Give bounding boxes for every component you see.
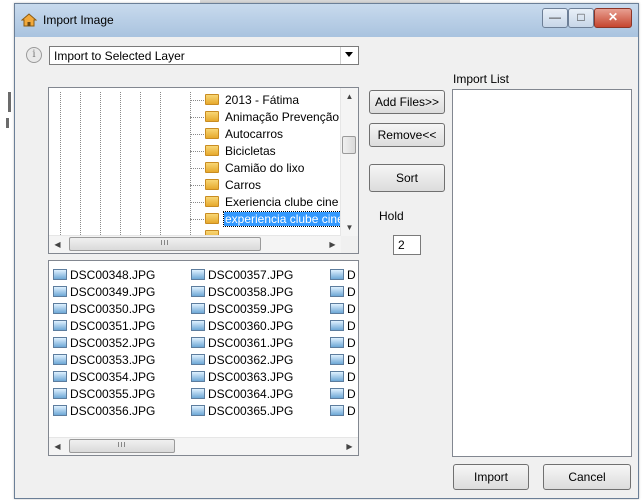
tree-guide-line — [140, 92, 141, 235]
maximize-button[interactable]: □ — [568, 8, 594, 28]
image-file-icon — [330, 337, 344, 348]
import-list-label: Import List — [453, 72, 510, 86]
scroll-left-icon[interactable]: ◀ — [49, 236, 66, 253]
import-mode-dropdown[interactable]: Import to Selected Layer — [49, 46, 359, 65]
cancel-button[interactable]: Cancel — [543, 464, 631, 490]
folder-icon — [205, 196, 219, 207]
title-bar[interactable]: Import Image — □ ✕ — [15, 4, 638, 37]
image-file-icon — [330, 371, 344, 382]
folder-icon — [205, 94, 219, 105]
tree-guide-line — [80, 92, 81, 235]
background-mark — [8, 92, 11, 112]
sort-button[interactable]: Sort — [369, 164, 445, 192]
tree-guide-line — [160, 92, 161, 235]
scroll-thumb[interactable] — [342, 136, 356, 154]
file-list[interactable]: DSC00348.JPG DSC00349.JPG DSC00350.JPG D… — [48, 260, 359, 456]
image-file-icon — [191, 320, 205, 331]
add-files-button[interactable]: Add Files>> — [369, 90, 445, 114]
image-file-icon — [191, 286, 205, 297]
image-file-icon — [191, 405, 205, 416]
tree-guide-line — [190, 92, 191, 235]
window-title: Import Image — [43, 13, 114, 27]
image-file-icon — [191, 371, 205, 382]
image-file-icon — [53, 371, 67, 382]
image-file-icon — [53, 405, 67, 416]
app-house-icon — [21, 13, 37, 27]
tree-item[interactable]: Bicicletas — [225, 144, 276, 158]
scroll-right-icon[interactable]: ▶ — [341, 438, 358, 455]
tree-horizontal-scrollbar[interactable]: ◀ III ▶ — [49, 235, 341, 253]
dropdown-arrow-button[interactable] — [340, 47, 358, 64]
image-file-icon — [53, 320, 67, 331]
tree-item[interactable]: 2013 - Fátima — [225, 93, 299, 107]
import-mode-value: Import to Selected Layer — [54, 49, 185, 63]
image-file-icon — [330, 354, 344, 365]
import-button[interactable]: Import — [453, 464, 529, 490]
image-file-icon — [330, 405, 344, 416]
tree-item-selected[interactable]: experiencia clube cine 2 — [223, 211, 356, 227]
hold-input[interactable]: 2 — [393, 235, 421, 255]
remove-button[interactable]: Remove<< — [369, 123, 445, 147]
scroll-left-icon[interactable]: ◀ — [49, 438, 66, 455]
background-mark — [6, 118, 9, 128]
info-icon: i — [26, 47, 42, 63]
image-file-icon — [191, 269, 205, 280]
import-image-dialog: Import Image — □ ✕ i Import to Selected … — [14, 3, 639, 499]
close-icon: ✕ — [607, 10, 619, 24]
image-file-icon — [330, 303, 344, 314]
tree-item[interactable]: Carros — [225, 178, 261, 192]
folder-icon — [205, 111, 219, 122]
maximize-icon: □ — [577, 10, 585, 24]
tree-item[interactable]: Autocarros — [225, 127, 283, 141]
folder-icon — [205, 179, 219, 190]
tree-vertical-scrollbar[interactable]: ▲ ▼ — [340, 88, 358, 236]
scroll-corner — [341, 236, 358, 253]
chevron-down-icon — [345, 52, 353, 57]
image-file-icon — [53, 388, 67, 399]
folder-icon — [205, 213, 219, 224]
minimize-button[interactable]: — — [542, 8, 568, 28]
minimize-icon: — — [549, 10, 561, 24]
folder-icon — [205, 145, 219, 156]
import-list-box[interactable] — [452, 89, 632, 457]
image-file-icon — [53, 269, 67, 280]
tree-guide-line — [100, 92, 101, 235]
scroll-thumb[interactable]: III — [69, 439, 175, 453]
scroll-right-icon[interactable]: ▶ — [324, 236, 341, 253]
image-file-icon — [330, 286, 344, 297]
image-file-icon — [330, 269, 344, 280]
image-file-icon — [330, 388, 344, 399]
tree-item[interactable]: Camião do lixo — [225, 161, 304, 175]
files-horizontal-scrollbar[interactable]: ◀ III ▶ — [49, 437, 358, 455]
image-file-icon — [191, 303, 205, 314]
image-file-icon — [330, 320, 344, 331]
image-file-icon — [53, 286, 67, 297]
scroll-down-icon[interactable]: ▼ — [341, 219, 358, 236]
image-file-icon — [53, 354, 67, 365]
image-file-icon — [53, 303, 67, 314]
image-file-icon — [191, 354, 205, 365]
folder-icon — [205, 162, 219, 173]
folder-icon — [205, 128, 219, 139]
tree-item[interactable]: Animação Prevenção Rodov — [225, 110, 358, 124]
hold-label: Hold — [379, 209, 404, 223]
tree-guide-line — [120, 92, 121, 235]
tree-item[interactable]: Exeriencia clube cine 3 — [225, 195, 348, 209]
image-file-icon — [191, 337, 205, 348]
close-button[interactable]: ✕ — [594, 8, 632, 28]
scroll-up-icon[interactable]: ▲ — [341, 88, 358, 105]
image-file-icon — [191, 388, 205, 399]
folder-tree[interactable]: 2013 - Fátima Animação Prevenção Rodov A… — [48, 87, 359, 254]
tree-guide-line — [60, 92, 61, 235]
image-file-icon — [53, 337, 67, 348]
scroll-thumb[interactable]: III — [69, 237, 261, 251]
